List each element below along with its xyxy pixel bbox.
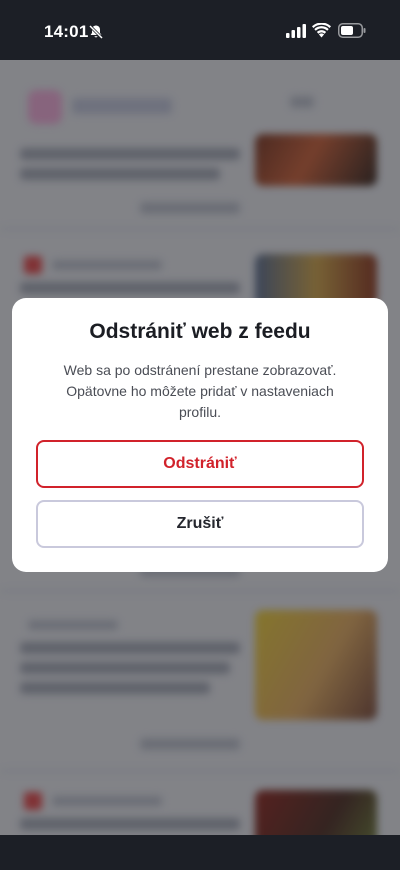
battery-icon <box>338 23 366 38</box>
wifi-icon <box>312 23 331 38</box>
signal-icon <box>286 24 306 38</box>
dialog-message: Web sa po odstránení prestane zobrazovať… <box>63 362 337 420</box>
remove-site-dialog: Odstrániť web z feedu Web sa po odstráne… <box>12 298 388 572</box>
bell-slash-icon <box>88 24 104 40</box>
status-time: 14:01 <box>44 22 89 41</box>
bottom-bar <box>0 835 400 870</box>
remove-button[interactable]: Odstrániť <box>36 440 364 488</box>
dialog-title: Odstrániť web z feedu <box>89 320 311 343</box>
status-bar: 14:01 <box>0 0 400 60</box>
cancel-button[interactable]: Zrušiť <box>36 500 364 548</box>
